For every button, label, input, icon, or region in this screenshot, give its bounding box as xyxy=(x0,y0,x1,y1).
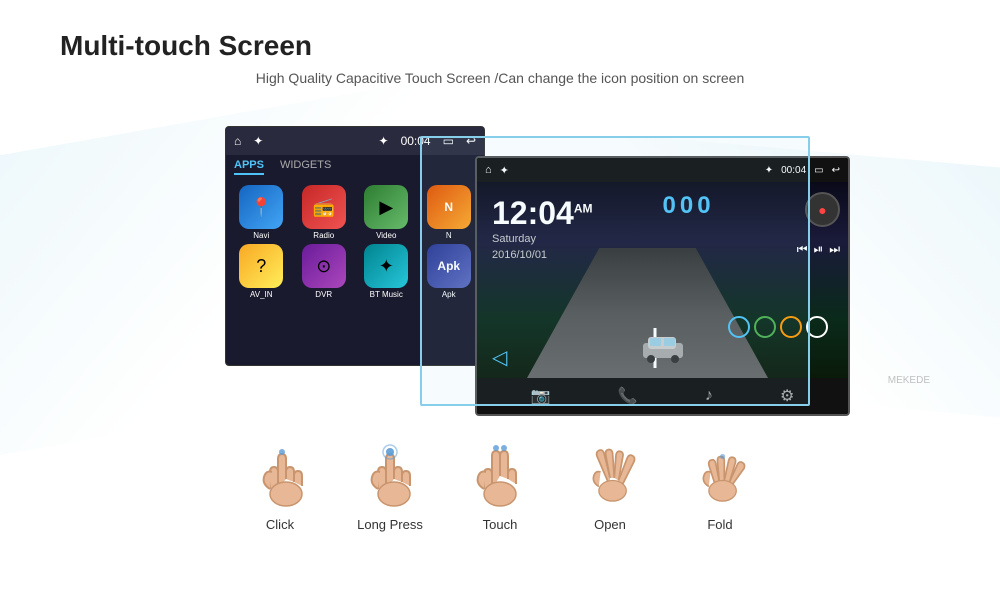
touch-gesture-icon xyxy=(465,431,535,511)
app-icon-radio: 📻 xyxy=(302,185,346,229)
app-radio[interactable]: 📻 Radio xyxy=(295,185,354,240)
gesture-long-press: Long Press xyxy=(355,431,425,532)
long-press-gesture-icon xyxy=(355,431,425,511)
watermark: MEKEDE xyxy=(888,375,930,386)
long-press-label: Long Press xyxy=(357,517,423,532)
app-dvr[interactable]: ⊙ DVR xyxy=(295,244,354,299)
gesture-open: Open xyxy=(575,431,645,532)
app-avin[interactable]: ? AV_IN xyxy=(232,244,291,299)
gesture-touch: Touch xyxy=(465,431,535,532)
open-gesture-icon xyxy=(575,431,645,511)
home-icon: ⌂ xyxy=(234,134,241,148)
gesture-fold: Fold xyxy=(685,431,755,532)
app-label-radio: Radio xyxy=(313,231,334,240)
open-label: Open xyxy=(594,517,626,532)
app-btmusic[interactable]: ✦ BT Music xyxy=(357,244,416,299)
fold-label: Fold xyxy=(707,517,732,532)
record-button[interactable]: ● xyxy=(805,192,840,227)
click-label: Click xyxy=(266,517,294,532)
app-navi[interactable]: 📍 Navi xyxy=(232,185,291,240)
app-label-navi: Navi xyxy=(253,231,269,240)
play-icon[interactable]: ⏯ xyxy=(814,242,824,257)
app-icon-dvr: ⊙ xyxy=(302,244,346,288)
app-label-dvr: DVR xyxy=(315,290,332,299)
app-icon-navi: 📍 xyxy=(239,185,283,229)
screens-area: ⌂ ✦ ✦ 00:04 ▭ ↩ APPS WIDGETS 📍 Navi xyxy=(60,106,940,416)
app-icon-video: ▶ xyxy=(364,185,408,229)
page-subtitle: High Quality Capacitive Touch Screen /Ca… xyxy=(60,70,940,86)
app-icon-avin: ? xyxy=(239,244,283,288)
touch-label: Touch xyxy=(483,517,518,532)
glass-overlay xyxy=(420,136,810,406)
fold-gesture-icon xyxy=(685,431,755,511)
tab-widgets[interactable]: WIDGETS xyxy=(280,159,331,175)
gesture-click: Click xyxy=(245,431,315,532)
gesture-section: Click xyxy=(60,421,940,532)
pin-icon: ✦ xyxy=(253,134,263,148)
bt-icon: ✦ xyxy=(379,134,389,148)
tab-apps[interactable]: APPS xyxy=(234,159,264,175)
app-icon-btmusic: ✦ xyxy=(364,244,408,288)
controls-right: ● xyxy=(805,192,840,227)
main-content: Multi-touch Screen High Quality Capaciti… xyxy=(0,0,1000,562)
next-icon[interactable]: ⏭ xyxy=(829,242,840,257)
app-label-avin: AV_IN xyxy=(250,290,273,299)
app-label-video: Video xyxy=(376,231,396,240)
app-video[interactable]: ▶ Video xyxy=(357,185,416,240)
home-header-battery: ▭ xyxy=(814,165,823,176)
page-container: Multi-touch Screen High Quality Capaciti… xyxy=(0,0,1000,600)
page-title: Multi-touch Screen xyxy=(60,30,940,62)
click-gesture-icon xyxy=(245,431,315,511)
home-header-back: ↩ xyxy=(832,165,840,176)
app-label-btmusic: BT Music xyxy=(370,290,403,299)
